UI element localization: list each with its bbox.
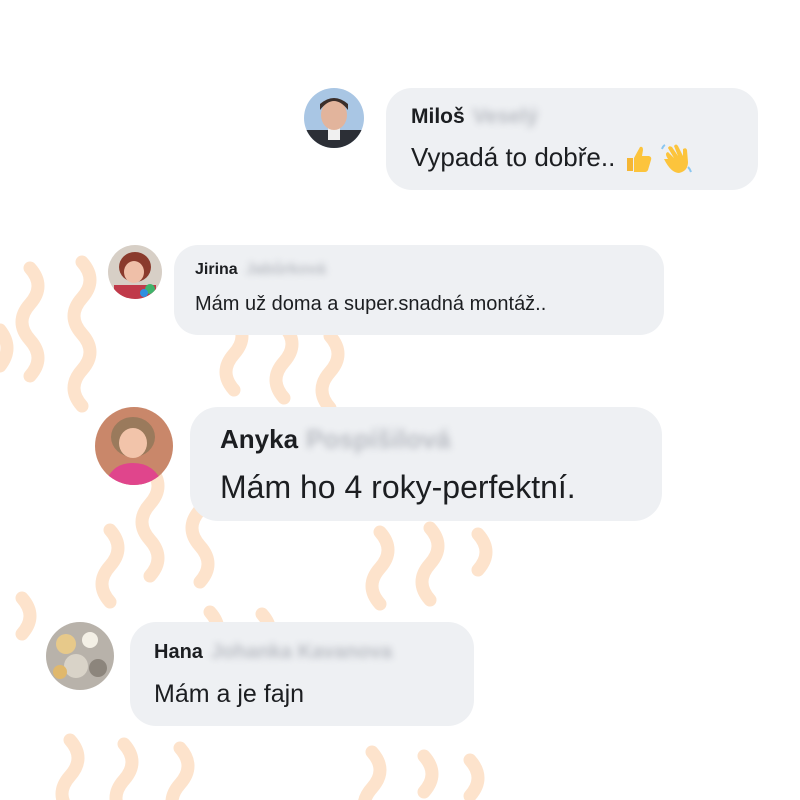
author-first-name[interactable]: Anyka bbox=[220, 424, 298, 455]
author-surname-blurred: Jabůrková bbox=[245, 261, 326, 278]
comment-bubble: Miloš Veselý Vypadá to dobře.. bbox=[386, 88, 758, 190]
comment-author[interactable]: Miloš Veselý bbox=[411, 102, 734, 132]
comment-bubble: Hana Johanka Kavanova Mám a je fajn bbox=[130, 622, 474, 726]
author-first-name[interactable]: Miloš bbox=[411, 105, 465, 129]
comment-hana: Hana Johanka Kavanova Mám a je fajn bbox=[46, 622, 474, 726]
comment-author[interactable]: Anyka Pospíšilová bbox=[220, 421, 638, 457]
comment-text: Mám už doma a super.snadná montáž.. bbox=[195, 293, 547, 315]
avatar[interactable] bbox=[46, 622, 114, 690]
comment-anyka: Anyka Pospíšilová Mám ho 4 roky-perfektn… bbox=[95, 407, 662, 521]
author-surname-blurred: Pospíšilová bbox=[306, 423, 451, 454]
comment-text: Mám a je fajn bbox=[154, 680, 305, 708]
author-surname-blurred: Johanka Kavanova bbox=[210, 640, 393, 663]
author-first-name[interactable]: Hana bbox=[154, 641, 203, 664]
waving-hand-emoji bbox=[660, 144, 692, 174]
comment-jirina: Jirina Jabůrková Mám už doma a super.sna… bbox=[108, 245, 664, 335]
comment-bubble: Jirina Jabůrková Mám už doma a super.sna… bbox=[174, 245, 664, 335]
comment-author[interactable]: Hana Johanka Kavanova bbox=[154, 638, 452, 666]
avatar[interactable] bbox=[304, 88, 364, 148]
comment-author[interactable]: Jirina Jabůrková bbox=[195, 259, 642, 281]
avatar[interactable] bbox=[95, 407, 173, 485]
author-surname-blurred: Veselý bbox=[472, 105, 539, 128]
comment-bubble: Anyka Pospíšilová Mám ho 4 roky-perfektn… bbox=[190, 407, 662, 521]
thumbs-up-emoji bbox=[626, 146, 651, 173]
comment-milos: Miloš Veselý Vypadá to dobře.. bbox=[304, 88, 758, 190]
author-first-name[interactable]: Jirina bbox=[195, 261, 238, 279]
comment-text: Vypadá to dobře.. bbox=[411, 142, 734, 175]
avatar[interactable] bbox=[108, 245, 162, 299]
comment-text: Mám ho 4 roky-perfektní. bbox=[220, 469, 576, 505]
